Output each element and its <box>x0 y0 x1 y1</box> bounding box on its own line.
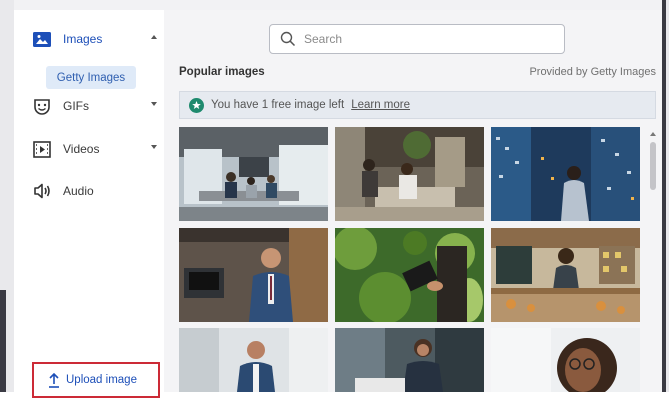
image-thumbnail-businessman-portrait[interactable] <box>179 228 328 322</box>
background-top <box>14 0 662 10</box>
image-icon <box>32 29 52 49</box>
sidebar-item-images[interactable]: Images <box>32 26 157 52</box>
upload-image-button[interactable]: Upload image <box>32 362 160 398</box>
image-thumbnail-man-standing[interactable] <box>179 328 328 392</box>
background-right <box>662 0 669 392</box>
sidebar-item-videos[interactable]: Videos <box>32 136 157 162</box>
search-box[interactable] <box>269 24 565 54</box>
media-sidebar: Images Getty Images GIFs Videos Audio Up… <box>14 10 164 398</box>
sidebar-item-label: Videos <box>63 142 100 156</box>
learn-more-link[interactable]: Learn more <box>351 99 410 111</box>
image-browser: Popular images Provided by Getty Images … <box>164 10 662 392</box>
image-thumbnail-kitchen-cooking[interactable] <box>491 228 640 322</box>
image-thumbnail-woman-laptop[interactable] <box>335 328 484 392</box>
upload-image-label: Upload image <box>66 374 137 386</box>
chevron-down-icon <box>151 102 157 106</box>
sidebar-item-audio[interactable]: Audio <box>32 178 157 204</box>
image-grid-scrollbar[interactable] <box>648 128 658 392</box>
chevron-up-icon <box>151 35 157 39</box>
gif-icon <box>32 96 52 116</box>
free-image-banner: You have 1 free image left Learn more <box>179 91 656 119</box>
image-thumbnail-city-at-night[interactable] <box>491 127 640 221</box>
banner-message: You have 1 free image left <box>211 99 345 111</box>
audio-icon <box>32 181 52 201</box>
search-icon <box>280 31 296 47</box>
image-thumbnail-office-meeting[interactable] <box>179 127 328 221</box>
sidebar-item-gifs[interactable]: GIFs <box>32 93 157 119</box>
image-thumbnail-plants-tablet[interactable] <box>335 228 484 322</box>
image-thumbnail-lobby-conversation[interactable] <box>335 127 484 221</box>
scrollbar-thumb[interactable] <box>650 142 656 190</box>
scroll-up-icon[interactable] <box>650 132 656 136</box>
chevron-down-icon <box>151 145 157 149</box>
sidebar-item-label: GIFs <box>63 99 89 113</box>
sidebar-subitem-getty[interactable]: Getty Images <box>46 66 136 89</box>
upload-icon <box>48 372 60 388</box>
video-icon <box>32 139 52 159</box>
background-left <box>0 0 14 392</box>
sidebar-item-label: Audio <box>63 184 94 198</box>
sidebar-item-label: Images <box>63 32 103 46</box>
provider-credit: Provided by Getty Images <box>529 66 656 78</box>
star-badge-icon <box>189 97 204 113</box>
search-input[interactable] <box>304 32 544 46</box>
section-title: Popular images <box>179 66 265 78</box>
image-thumbnail-woman-glasses[interactable] <box>491 328 640 392</box>
